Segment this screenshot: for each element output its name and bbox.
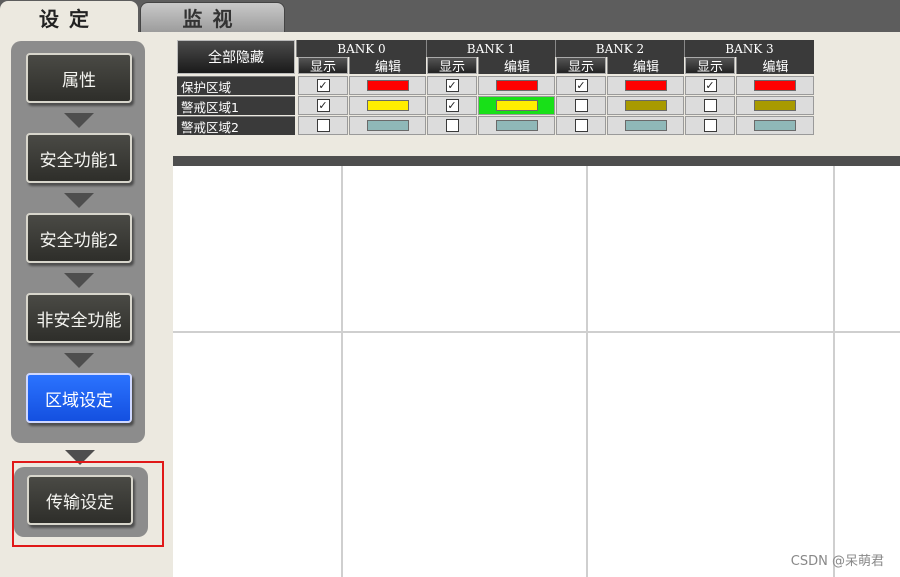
grid-line xyxy=(833,166,835,577)
zone-canvas[interactable]: CSDN @呆萌君 xyxy=(173,166,900,577)
row-label-warning-zone-1: 警戒区域1 xyxy=(177,96,295,115)
edit-column-header: 编辑 xyxy=(607,57,684,75)
edit-cell xyxy=(607,76,684,95)
show-cell xyxy=(556,96,606,115)
edit-cell xyxy=(607,96,684,115)
color-swatch-button[interactable] xyxy=(754,100,796,111)
show-cell: ✓ xyxy=(427,96,477,115)
transfer-panel: 传输设定 xyxy=(14,467,148,537)
edit-cell xyxy=(349,116,426,135)
show-cell xyxy=(427,116,477,135)
bank-header: BANK 0 xyxy=(296,40,426,57)
color-swatch-button[interactable] xyxy=(624,120,667,131)
safety-function-2-button[interactable]: 安全功能2 xyxy=(26,213,132,263)
safety-function-1-button[interactable]: 安全功能1 xyxy=(26,133,132,183)
edit-cell xyxy=(607,116,684,135)
show-cell: ✓ xyxy=(427,76,477,95)
color-swatch-button[interactable] xyxy=(495,120,538,131)
checkbox-icon[interactable] xyxy=(703,119,717,132)
checkbox-checked-icon[interactable]: ✓ xyxy=(574,79,588,92)
checkbox-icon[interactable] xyxy=(445,119,459,132)
show-column-button[interactable]: 显示 xyxy=(685,57,735,75)
edit-cell xyxy=(478,96,555,115)
edit-column-header: 编辑 xyxy=(736,57,814,75)
edit-column-header: 编辑 xyxy=(349,57,426,75)
show-cell xyxy=(685,116,735,135)
show-column-button[interactable]: 显示 xyxy=(427,57,477,75)
row-label-protection-zone: 保护区域 xyxy=(177,76,295,95)
color-swatch-button[interactable] xyxy=(754,120,796,131)
checkbox-icon[interactable] xyxy=(574,119,588,132)
edit-cell xyxy=(736,116,814,135)
checkbox-icon[interactable] xyxy=(703,99,717,112)
grid-line xyxy=(173,331,900,333)
flow-panel: 属性 安全功能1 安全功能2 非安全功能 区域设定 xyxy=(11,41,145,443)
edit-cell xyxy=(349,76,426,95)
bank-header: BANK 3 xyxy=(684,40,814,57)
flow-arrow-icon xyxy=(64,113,94,128)
bank-header: BANK 1 xyxy=(426,40,555,57)
tab-settings[interactable]: 设定 xyxy=(0,1,138,33)
show-column-button[interactable]: 显示 xyxy=(556,57,606,75)
color-swatch-button[interactable] xyxy=(624,100,667,111)
bank-header: BANK 2 xyxy=(555,40,684,57)
checkbox-checked-icon[interactable]: ✓ xyxy=(445,99,459,112)
grid-line xyxy=(341,166,343,577)
properties-button[interactable]: 属性 xyxy=(26,53,132,103)
checkbox-checked-icon[interactable]: ✓ xyxy=(316,99,330,112)
color-swatch-button[interactable] xyxy=(366,80,409,91)
show-column-button[interactable]: 显示 xyxy=(298,57,348,75)
transfer-settings-button[interactable]: 传输设定 xyxy=(27,475,133,525)
hide-all-button[interactable]: 全部隐藏 xyxy=(177,40,295,74)
color-swatch-button[interactable] xyxy=(495,100,538,111)
edit-cell xyxy=(349,96,426,115)
color-swatch-button[interactable] xyxy=(366,120,409,131)
grid-line xyxy=(586,166,588,577)
show-cell: ✓ xyxy=(298,76,348,95)
show-cell: ✓ xyxy=(556,76,606,95)
color-swatch-button[interactable] xyxy=(754,80,796,91)
edit-cell xyxy=(478,76,555,95)
color-swatch-button[interactable] xyxy=(624,80,667,91)
checkbox-icon[interactable] xyxy=(316,119,330,132)
show-cell xyxy=(685,96,735,115)
color-swatch-button[interactable] xyxy=(366,100,409,111)
show-cell: ✓ xyxy=(685,76,735,95)
zone-settings-button[interactable]: 区域设定 xyxy=(26,373,132,423)
divider-bar xyxy=(173,156,900,166)
edit-cell xyxy=(736,76,814,95)
edit-column-header: 编辑 xyxy=(478,57,555,75)
sidebar: 属性 安全功能1 安全功能2 非安全功能 区域设定 传输设定 xyxy=(0,32,170,577)
show-cell xyxy=(298,116,348,135)
tab-monitor[interactable]: 监视 xyxy=(140,2,285,32)
flow-arrow-icon xyxy=(64,353,94,368)
watermark: CSDN @呆萌君 xyxy=(790,554,884,569)
show-cell: ✓ xyxy=(298,96,348,115)
color-swatch-button[interactable] xyxy=(495,80,538,91)
flow-arrow-icon xyxy=(64,273,94,288)
zone-table: 全部隐藏 BANK 0 BANK 1 BANK 2 BANK 3 显示 编辑 显… xyxy=(173,32,900,162)
checkbox-checked-icon[interactable]: ✓ xyxy=(703,79,717,92)
checkbox-checked-icon[interactable]: ✓ xyxy=(445,79,459,92)
checkbox-icon[interactable] xyxy=(574,99,588,112)
tab-bar: 设定 监视 xyxy=(0,0,900,33)
row-label-warning-zone-2: 警戒区域2 xyxy=(177,116,295,135)
transfer-highlight-box: 传输设定 xyxy=(12,461,164,547)
edit-cell xyxy=(478,116,555,135)
show-cell xyxy=(556,116,606,135)
checkbox-checked-icon[interactable]: ✓ xyxy=(316,79,330,92)
edit-cell xyxy=(736,96,814,115)
non-safety-function-button[interactable]: 非安全功能 xyxy=(26,293,132,343)
flow-arrow-icon xyxy=(64,193,94,208)
